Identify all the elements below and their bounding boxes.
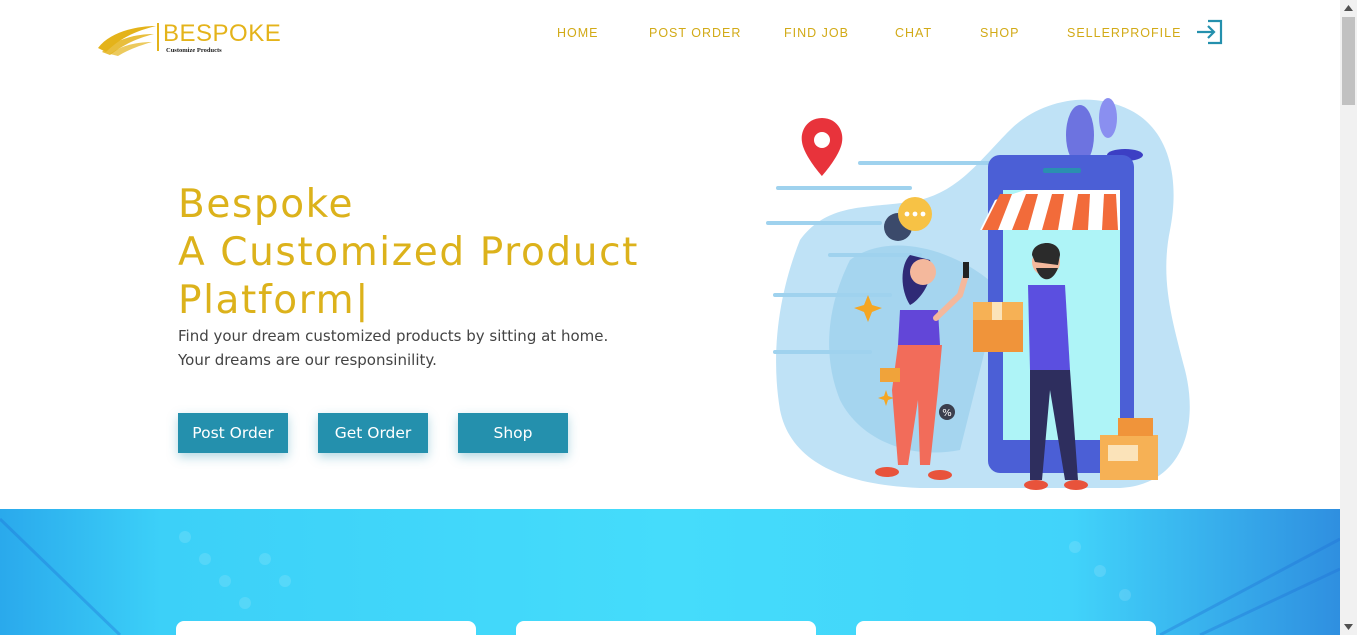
nav-seller-profile[interactable]: SELLERPROFILE (1067, 26, 1181, 40)
site-header: BESPOKE Customize Products HOME POST ORD… (0, 0, 1340, 65)
scroll-down-arrow-icon[interactable] (1344, 623, 1353, 631)
svg-text:%: % (942, 408, 952, 419)
post-order-button[interactable]: Post Order (178, 413, 288, 453)
hero-title-line-3: Platform| (178, 278, 371, 323)
brand-tagline: Customize Products (166, 47, 222, 54)
nav-home[interactable]: HOME (557, 26, 599, 40)
nav-post-order[interactable]: POST ORDER (649, 26, 741, 40)
hero-description-line-1: Find your dream customized products by s… (178, 327, 609, 345)
brand-name: BESPOKE (163, 20, 282, 47)
shop-button[interactable]: Shop (458, 413, 568, 453)
online-shopping-illustration: % (766, 98, 1190, 490)
nav-find-job[interactable]: FIND JOB (784, 26, 849, 40)
nav-chat[interactable]: CHAT (895, 26, 932, 40)
package-icon (973, 302, 1023, 352)
feature-card (516, 621, 816, 635)
get-order-button[interactable]: Get Order (318, 413, 428, 453)
nav-shop[interactable]: SHOP (980, 26, 1019, 40)
hero-title-line-2: A Customized Product (178, 230, 640, 275)
hero-title-line-1: Bespoke (178, 182, 355, 227)
logo-divider (157, 23, 159, 51)
location-pin-icon (801, 118, 843, 176)
sign-in-icon[interactable] (1195, 18, 1225, 46)
wing-logo-icon (98, 26, 156, 56)
percent-icon: % (939, 404, 955, 420)
shop-awning-icon (980, 190, 1120, 230)
feature-card (176, 621, 476, 635)
hero-description-line-2: Your dreams are our responsinility. (178, 351, 437, 369)
scroll-up-arrow-icon[interactable] (1344, 4, 1353, 12)
band-pattern (0, 517, 1340, 635)
scrollbar-thumb[interactable] (1342, 17, 1355, 105)
brand-logo[interactable]: BESPOKE Customize Products (96, 20, 281, 60)
feature-card (856, 621, 1156, 635)
features-section-band (0, 509, 1340, 635)
